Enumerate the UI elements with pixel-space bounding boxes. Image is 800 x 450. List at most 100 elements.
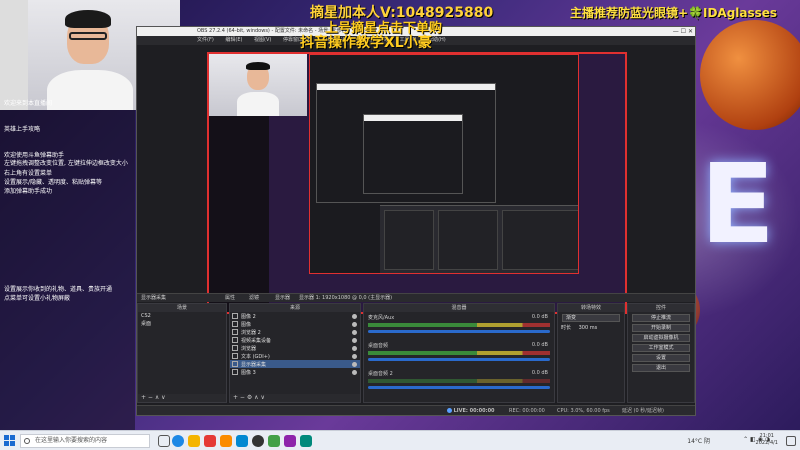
- nested-docks: [380, 205, 578, 273]
- logo-letter: E: [700, 140, 776, 268]
- duration-input[interactable]: 300 ms: [579, 325, 598, 331]
- scenes-footer[interactable]: + − ∧ ∨: [138, 394, 226, 402]
- eye-icon[interactable]: [352, 313, 357, 319]
- app-icon[interactable]: [284, 435, 296, 447]
- rec-time: REC: 00:00:00: [509, 408, 545, 414]
- settings-button[interactable]: 设置: [632, 354, 690, 362]
- volume-slider[interactable]: [368, 330, 550, 333]
- display-select[interactable]: 显示器 1: 1920x1080 @ 0,0 (主显示器): [299, 294, 392, 302]
- source-item[interactable]: 视频采集设备: [230, 336, 360, 344]
- eye-icon[interactable]: [352, 353, 357, 359]
- scene-item[interactable]: 桌面: [138, 320, 226, 328]
- virtual-camera-button[interactable]: 启动虚拟摄像机: [632, 334, 690, 342]
- source-item[interactable]: 图像 2: [230, 312, 360, 320]
- overlay-tutorial: 抖音操作教学XL小豪: [300, 35, 432, 51]
- chat-line: 设置展示/隐藏、透明度、粘贴弹幕等: [4, 179, 103, 186]
- streamer: [47, 10, 133, 110]
- eye-icon[interactable]: [352, 329, 357, 335]
- obs-docks: 场景 CS2 桌面 + − ∧ ∨ 来源 图像 2 图像 浏览器 2 视频采集设…: [137, 303, 695, 403]
- image-icon: [232, 369, 238, 375]
- chat-line: 左键拖拽调整改变位置, 左键拉伸边框改变大小: [4, 160, 128, 167]
- monitor-icon: [232, 361, 238, 367]
- globe-icon: [232, 345, 238, 351]
- search-icon: [24, 438, 30, 444]
- exit-button[interactable]: 退出: [632, 364, 690, 372]
- nested-preview: [363, 114, 463, 194]
- mixer-channel: 桌面音频 0.0 dB: [364, 340, 554, 368]
- transitions-dock[interactable]: 转场特效 渐变 时长 300 ms: [557, 303, 625, 403]
- mixer-channel: 桌面音频 2 0.0 dB: [364, 368, 554, 396]
- notification-icon[interactable]: [786, 436, 796, 446]
- source-item[interactable]: 图像: [230, 320, 360, 328]
- cpu-fps: CPU: 3.0%, 60.00 fps: [557, 408, 610, 414]
- source-toolbar: 显示器采集 属性 滤镜 显示器 显示器 1: 1920x1080 @ 0,0 (…: [137, 293, 695, 302]
- text-icon: [232, 353, 238, 359]
- weather-tray[interactable]: 14°C 阴: [687, 436, 710, 445]
- preview-webcam: [209, 54, 307, 116]
- live-indicator-icon: [447, 408, 452, 413]
- mixer-title: 混音器: [364, 304, 554, 312]
- filters-button[interactable]: 滤镜: [249, 294, 259, 302]
- scene-item[interactable]: CS2: [138, 312, 226, 320]
- menu-view[interactable]: 视图(V): [254, 37, 271, 43]
- app-icon[interactable]: [220, 435, 232, 447]
- sources-dock[interactable]: 来源 图像 2 图像 浏览器 2 视频采集设备 浏览器 文本 (GDI+) 显示…: [229, 303, 361, 403]
- obs-taskbar-icon[interactable]: [252, 435, 264, 447]
- globe-icon: [232, 329, 238, 335]
- file-explorer-icon[interactable]: [188, 435, 200, 447]
- chat-line: 添加弹幕助手成功: [4, 188, 53, 195]
- image-icon: [232, 313, 238, 319]
- sources-footer[interactable]: + − ⚙ ∧ ∨: [230, 394, 360, 402]
- volume-meter: [368, 323, 550, 327]
- task-view-icon[interactable]: [158, 435, 170, 447]
- source-item[interactable]: 图像 3: [230, 368, 360, 376]
- source-item[interactable]: 文本 (GDI+): [230, 352, 360, 360]
- dropped-frames: 延迟 (0 秒/延迟帧): [622, 408, 664, 414]
- sources-title: 来源: [230, 304, 360, 312]
- app-icon[interactable]: [300, 435, 312, 447]
- source-item[interactable]: 浏览器 2: [230, 328, 360, 336]
- stop-streaming-button[interactable]: 停止推流: [632, 314, 690, 322]
- glasses-icon: [69, 32, 107, 40]
- eye-icon[interactable]: [352, 369, 357, 375]
- volume-meter: [368, 379, 550, 383]
- scenes-dock[interactable]: 场景 CS2 桌面 + − ∧ ∨: [137, 303, 227, 403]
- chat-line: 英雄上手攻略: [4, 126, 41, 133]
- app-icon[interactable]: [236, 435, 248, 447]
- source-item[interactable]: 浏览器: [230, 344, 360, 352]
- menu-edit[interactable]: 编辑(E): [225, 37, 242, 43]
- eye-icon[interactable]: [352, 337, 357, 343]
- transition-select[interactable]: 渐变: [562, 314, 620, 322]
- windows-start-icon[interactable]: [4, 435, 16, 447]
- menu-file[interactable]: 文件(F): [197, 37, 214, 43]
- window-controls[interactable]: — ☐ ✕: [673, 27, 693, 36]
- volume-slider[interactable]: [368, 358, 550, 361]
- clock[interactable]: 21:01 2022/4/1: [756, 433, 778, 447]
- volume-slider[interactable]: [368, 386, 550, 389]
- source-item-selected[interactable]: 显示器采集: [230, 360, 360, 368]
- start-recording-button[interactable]: 开始录制: [632, 324, 690, 332]
- nested-preview: [316, 83, 496, 203]
- studio-mode-button[interactable]: 工作室模式: [632, 344, 690, 352]
- controls-dock[interactable]: 控件 停止推流 开始录制 启动虚拟摄像机 工作室模式 设置 退出: [627, 303, 695, 403]
- mixer-channel: 麦克风/Aux 0.0 dB: [364, 312, 554, 340]
- obs-window[interactable]: OBS 27.2.4 (64-bit, windows) - 配置文件: 未命名…: [136, 26, 696, 416]
- properties-button[interactable]: 属性: [225, 294, 235, 302]
- obs-preview[interactable]: [207, 52, 627, 314]
- chat-header: 欢迎来到本直播间: [4, 100, 53, 107]
- app-icon[interactable]: [268, 435, 280, 447]
- app-icon[interactable]: [204, 435, 216, 447]
- eye-icon[interactable]: [352, 361, 357, 367]
- source-name: 显示器采集: [141, 295, 167, 301]
- eye-icon[interactable]: [352, 345, 357, 351]
- danmaku-chat-panel[interactable]: 欢迎来到本直播间 英雄上手攻略 欢迎使用斗鱼弹幕助手 左键拖拽调整改变位置, 左…: [0, 100, 135, 430]
- image-icon: [232, 321, 238, 327]
- obs-status-bar: LIVE: 00:00:00 REC: 00:00:00 CPU: 3.0%, …: [137, 405, 695, 415]
- eye-icon[interactable]: [352, 321, 357, 327]
- basketball-graphic: [700, 20, 800, 130]
- mixer-dock[interactable]: 混音器 麦克风/Aux 0.0 dB 桌面音频 0.0 dB 桌面音频 2 0.…: [363, 303, 555, 403]
- edge-icon[interactable]: [172, 435, 184, 447]
- nested-preview: [309, 54, 579, 274]
- overlay-promo: 主播推荐防蓝光眼镜+🍀IDAglasses: [570, 6, 778, 20]
- taskbar-search[interactable]: 在这里输入你要搜索的内容: [20, 434, 150, 448]
